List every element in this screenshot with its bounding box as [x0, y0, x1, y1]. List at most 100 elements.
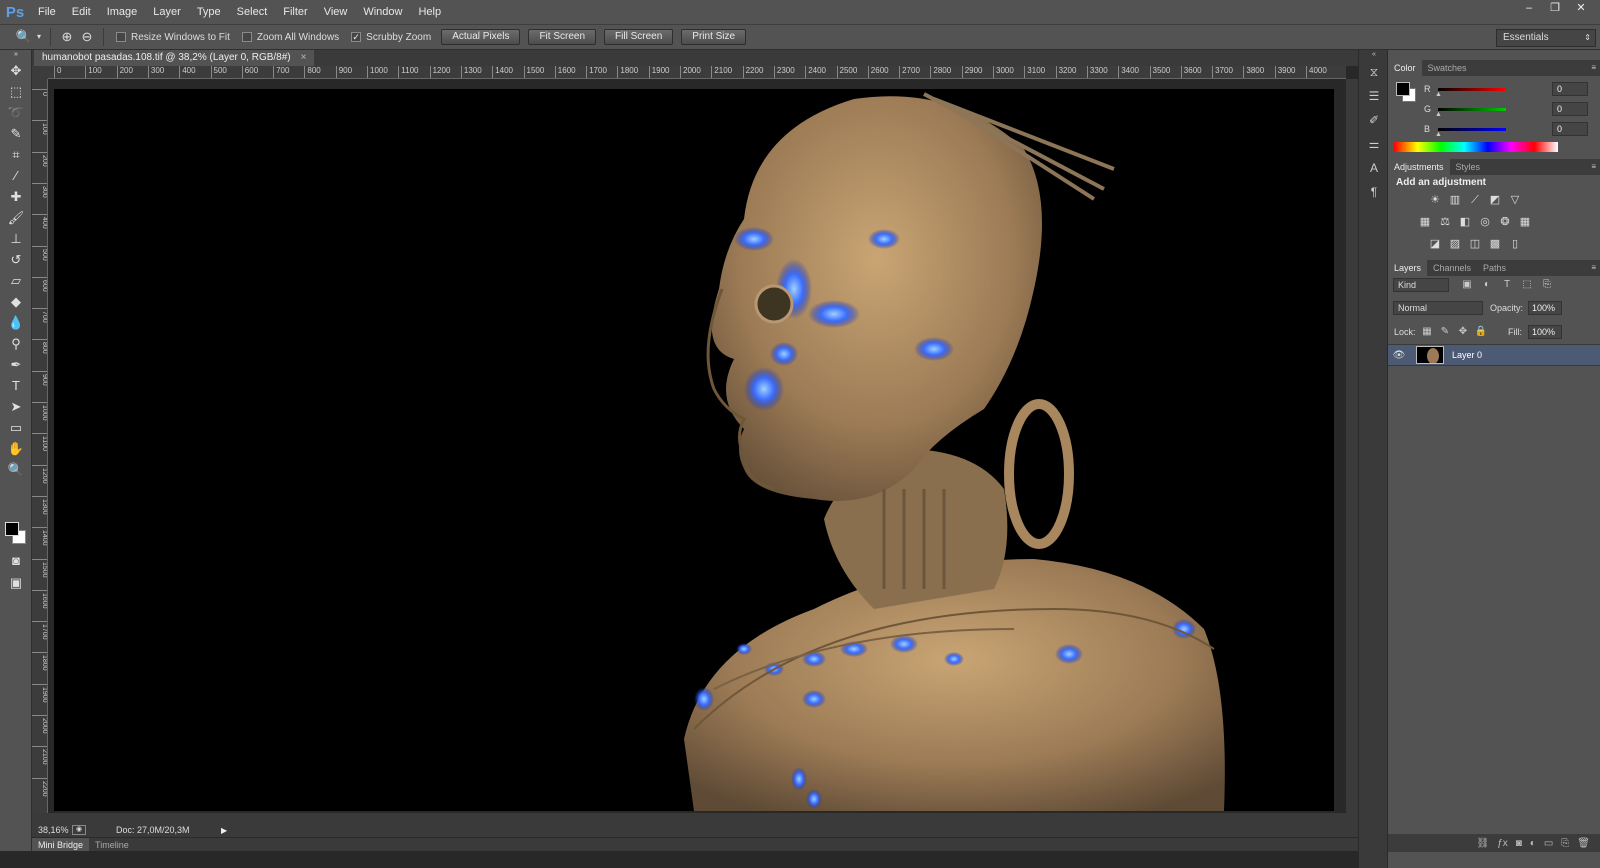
- tab-adjustments[interactable]: Adjustments: [1388, 159, 1450, 175]
- zoom-out-icon[interactable]: ⊖: [77, 27, 97, 47]
- document-tab[interactable]: humanobot pasadas.108.tif @ 38,2% (Layer…: [34, 50, 315, 66]
- menu-window[interactable]: Window: [355, 0, 410, 24]
- document-canvas[interactable]: [54, 89, 1334, 811]
- healing-brush-tool-icon[interactable]: ✚: [0, 186, 32, 207]
- paint-bucket-tool-icon[interactable]: ◆: [0, 291, 32, 312]
- opacity-field[interactable]: 100%: [1528, 301, 1562, 315]
- layer-row[interactable]: 👁 Layer 0: [1388, 344, 1600, 366]
- levels-icon[interactable]: ▥: [1448, 193, 1462, 207]
- slider-thumb-icon[interactable]: ▲: [1435, 111, 1442, 118]
- menu-help[interactable]: Help: [410, 0, 449, 24]
- rectangle-tool-icon[interactable]: ▭: [0, 417, 32, 438]
- slider-thumb-icon[interactable]: ▲: [1435, 131, 1442, 138]
- layer-style-icon[interactable]: ƒx: [1497, 838, 1508, 849]
- workspace-select[interactable]: Essentials ⇕: [1496, 29, 1596, 47]
- hand-tool-icon[interactable]: ✋: [0, 438, 32, 459]
- color-spectrum-ramp[interactable]: [1394, 142, 1558, 152]
- lock-image-icon[interactable]: ✎: [1438, 325, 1452, 339]
- canvas-area[interactable]: [48, 79, 1346, 813]
- zoom-in-icon[interactable]: ⊕: [57, 27, 77, 47]
- collapse-arrows-icon[interactable]: »: [0, 50, 32, 60]
- menu-view[interactable]: View: [316, 0, 356, 24]
- status-menu-arrow-icon[interactable]: ▶: [221, 826, 227, 835]
- color-lookup-icon[interactable]: ▦: [1518, 215, 1532, 229]
- brush-presets-panel-icon[interactable]: ⚌: [1359, 132, 1389, 156]
- fill-screen-button[interactable]: Fill Screen: [604, 29, 674, 45]
- brush-panel-icon[interactable]: ✐: [1359, 108, 1389, 132]
- marquee-tool-icon[interactable]: ⬚: [0, 81, 32, 102]
- new-layer-icon[interactable]: ⎘: [1561, 838, 1569, 849]
- red-value-field[interactable]: 0: [1552, 82, 1588, 96]
- blue-slider[interactable]: ▲: [1435, 127, 1506, 138]
- character-panel-icon[interactable]: A: [1359, 156, 1389, 180]
- crop-tool-icon[interactable]: ⌗: [0, 144, 32, 165]
- path-selection-tool-icon[interactable]: ➤: [0, 396, 32, 417]
- scrubby-zoom-checkbox[interactable]: ✓ Scrubby Zoom: [351, 32, 431, 43]
- lock-position-icon[interactable]: ✥: [1456, 325, 1470, 339]
- threshold-icon[interactable]: ◫: [1468, 237, 1482, 251]
- menu-select[interactable]: Select: [229, 0, 276, 24]
- filter-shape-icon[interactable]: ⬚: [1520, 278, 1534, 292]
- history-brush-tool-icon[interactable]: ↺: [0, 249, 32, 270]
- menu-image[interactable]: Image: [99, 0, 146, 24]
- black-white-icon[interactable]: ◧: [1458, 215, 1472, 229]
- layer-name[interactable]: Layer 0: [1452, 350, 1482, 360]
- menu-filter[interactable]: Filter: [275, 0, 315, 24]
- lasso-tool-icon[interactable]: ➰: [0, 102, 32, 123]
- slider-thumb-icon[interactable]: ▲: [1435, 91, 1442, 98]
- tab-layers[interactable]: Layers: [1388, 260, 1428, 276]
- pen-tool-icon[interactable]: ✒: [0, 354, 32, 375]
- horizontal-scrollbar[interactable]: [32, 813, 1358, 823]
- menu-edit[interactable]: Edit: [64, 0, 99, 24]
- properties-panel-icon[interactable]: ☰: [1359, 84, 1389, 108]
- tab-color[interactable]: Color: [1388, 60, 1422, 76]
- close-window-button[interactable]: ✕: [1568, 0, 1594, 18]
- close-tab-icon[interactable]: ×: [301, 50, 307, 66]
- vertical-ruler[interactable]: 0 100 200 300 400 500 600 700 800 900 1000 1100 1200…: [32, 79, 48, 813]
- blue-value-field[interactable]: 0: [1552, 122, 1588, 136]
- layer-filter-select[interactable]: Kind: [1393, 278, 1449, 292]
- exposure-icon[interactable]: ◩: [1488, 193, 1502, 207]
- history-panel-icon[interactable]: ⧖: [1359, 60, 1389, 84]
- blend-mode-select[interactable]: Normal: [1393, 301, 1483, 315]
- move-tool-icon[interactable]: ✥: [0, 60, 32, 81]
- resize-windows-checkbox[interactable]: Resize Windows to Fit: [116, 32, 230, 43]
- ruler-corner[interactable]: [32, 66, 48, 79]
- invert-icon[interactable]: ◪: [1428, 237, 1442, 251]
- brush-tool-icon[interactable]: 🖌: [0, 207, 32, 228]
- dodge-tool-icon[interactable]: ⚲: [0, 333, 32, 354]
- gradient-map-icon[interactable]: ▯: [1508, 237, 1522, 251]
- menu-type[interactable]: Type: [189, 0, 229, 24]
- green-value-field[interactable]: 0: [1552, 102, 1588, 116]
- selective-color-icon[interactable]: ▩: [1488, 237, 1502, 251]
- checkbox-box[interactable]: [116, 32, 126, 42]
- photoshop-logo[interactable]: Ps: [0, 0, 30, 24]
- checkbox-box[interactable]: [241, 32, 252, 42]
- posterize-icon[interactable]: ▨: [1448, 237, 1462, 251]
- screen-mode-icon[interactable]: ▣: [0, 572, 32, 593]
- blur-tool-icon[interactable]: 💧: [0, 312, 32, 333]
- panel-menu-icon[interactable]: ≡: [1591, 60, 1596, 76]
- tab-swatches[interactable]: Swatches: [1422, 60, 1473, 76]
- layer-thumbnail[interactable]: [1416, 346, 1444, 364]
- channel-mixer-icon[interactable]: ❂: [1498, 215, 1512, 229]
- fill-field[interactable]: 100%: [1528, 325, 1562, 339]
- lock-all-icon[interactable]: 🔒: [1474, 325, 1488, 339]
- tab-timeline[interactable]: Timeline: [89, 838, 135, 851]
- vertical-scrollbar[interactable]: [1346, 79, 1358, 813]
- brightness-contrast-icon[interactable]: ☀: [1428, 193, 1442, 207]
- photo-filter-icon[interactable]: ◎: [1478, 215, 1492, 229]
- filter-smart-object-icon[interactable]: ⎘: [1540, 278, 1554, 292]
- paragraph-panel-icon[interactable]: ¶: [1359, 180, 1389, 204]
- zoom-tool-icon[interactable]: 🔍: [0, 459, 32, 480]
- print-size-button[interactable]: Print Size: [681, 29, 747, 45]
- lock-transparent-icon[interactable]: ▦: [1420, 325, 1434, 339]
- new-adjustment-layer-icon[interactable]: ◐: [1530, 838, 1536, 849]
- menu-file[interactable]: File: [30, 0, 64, 24]
- filter-pixel-icon[interactable]: ▣: [1460, 278, 1474, 292]
- preset-dropdown-icon[interactable]: ▾: [34, 27, 44, 47]
- zoom-all-windows-checkbox[interactable]: Zoom All Windows: [241, 32, 339, 43]
- panel-menu-icon[interactable]: ≡: [1591, 159, 1596, 175]
- menu-layer[interactable]: Layer: [145, 0, 189, 24]
- clone-stamp-tool-icon[interactable]: ⊥: [0, 228, 32, 249]
